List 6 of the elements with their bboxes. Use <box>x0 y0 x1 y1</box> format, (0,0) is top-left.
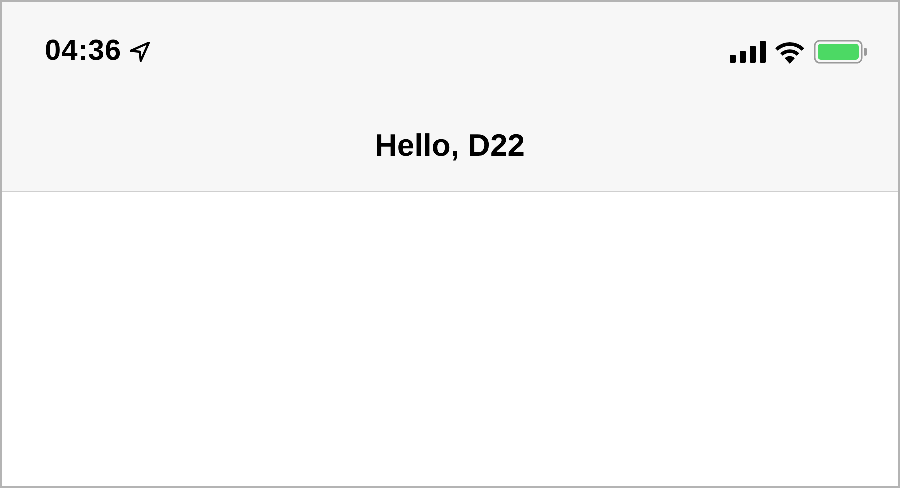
navigation-title: Hello, D22 <box>375 127 525 166</box>
wifi-icon <box>774 40 806 64</box>
battery-icon <box>814 40 868 64</box>
location-arrow-icon <box>130 42 150 62</box>
status-time: 04:36 <box>45 34 122 70</box>
signal-icon <box>730 41 766 63</box>
